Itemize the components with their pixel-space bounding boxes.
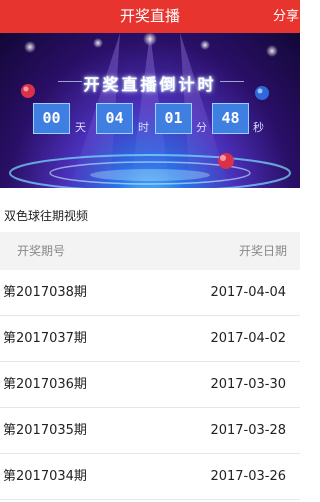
top-bar: 开奖直播 分享: [0, 0, 300, 33]
countdown-seconds-unit: 秒: [253, 121, 264, 134]
column-header-period: 开奖期号: [17, 244, 66, 258]
section-title: 双色球往期视频: [4, 209, 89, 223]
countdown-headline: 开奖直播倒计时: [83, 75, 217, 94]
countdown-minutes-unit: 分: [196, 121, 207, 134]
share-button[interactable]: 分享: [273, 0, 300, 33]
row-date: 2017-03-28: [210, 423, 286, 438]
column-header-date: 开奖日期: [238, 244, 287, 258]
table-row[interactable]: 第2017035期 2017-03-28: [0, 408, 300, 454]
row-date: 2017-03-26: [210, 469, 286, 484]
row-date: 2017-03-30: [210, 377, 286, 392]
countdown-banner: 开奖直播倒计时 00 天 04 时 01 分 48 秒: [0, 33, 300, 188]
countdown-hours-unit: 时: [138, 121, 149, 134]
row-period: 第2017037期: [3, 331, 87, 346]
table-row[interactable]: 第2017034期 2017-03-26: [0, 454, 300, 500]
table-header: 开奖期号 开奖日期: [0, 232, 300, 270]
countdown-days-unit: 天: [75, 121, 86, 134]
row-date: 2017-04-04: [210, 285, 286, 300]
headline-divider-right: [220, 81, 244, 82]
row-period: 第2017034期: [3, 469, 87, 484]
row-period: 第2017035期: [3, 423, 87, 438]
table-row[interactable]: 第2017038期 2017-04-04: [0, 270, 300, 316]
countdown-seconds: 48: [212, 103, 249, 134]
row-period: 第2017038期: [3, 285, 87, 300]
countdown-hours: 04: [96, 103, 133, 134]
row-period: 第2017036期: [3, 377, 87, 392]
countdown-minutes: 01: [155, 103, 192, 134]
table-row[interactable]: 第2017037期 2017-04-02: [0, 316, 300, 362]
page-title: 开奖直播: [119, 7, 180, 25]
row-date: 2017-04-02: [210, 331, 286, 346]
countdown-days: 00: [33, 103, 70, 134]
table-row[interactable]: 第2017036期 2017-03-30: [0, 362, 300, 408]
